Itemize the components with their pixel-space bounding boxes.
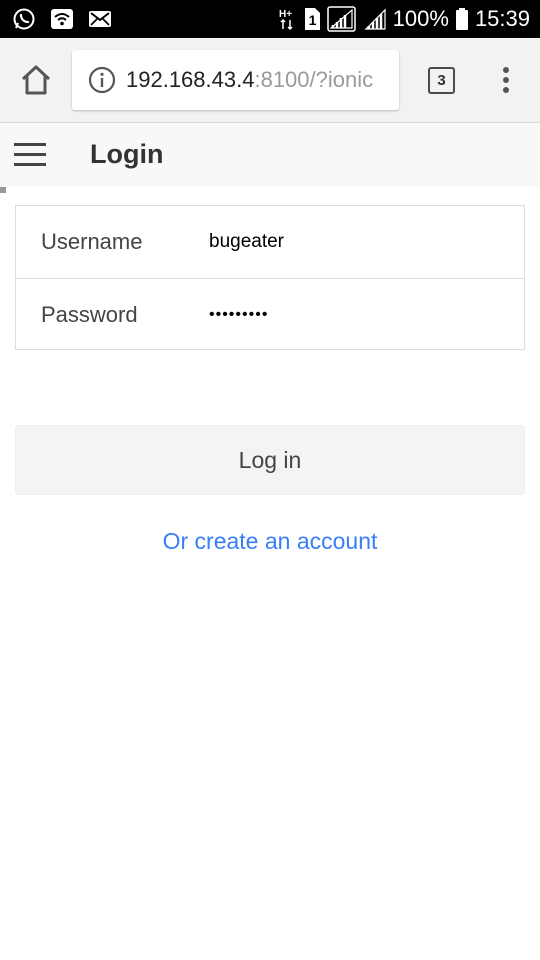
clock: 15:39 [474, 6, 530, 31]
app-header: Login [0, 123, 540, 187]
home-icon [21, 65, 51, 95]
address-bar[interactable]: 192.168.43.4:8100/?ionic [72, 50, 399, 110]
progress-indicator [0, 187, 6, 193]
home-button[interactable] [18, 62, 54, 98]
svg-text:H+: H+ [279, 9, 292, 20]
password-row: Password [16, 278, 524, 350]
signal-icon [363, 7, 387, 31]
url-text[interactable]: 192.168.43.4:8100/?ionic [126, 67, 373, 93]
menu-toggle-button[interactable] [14, 142, 46, 168]
sim-slot-number: 1 [308, 12, 316, 28]
battery-percentage: 100% [392, 6, 449, 31]
username-row: Username [16, 206, 524, 278]
url-host: 192.168.43.4 [126, 67, 255, 92]
password-label: Password [41, 301, 138, 327]
url-path: :8100/?ionic [254, 67, 374, 92]
mail-icon [88, 9, 112, 29]
overflow-menu-button[interactable] [495, 60, 517, 100]
overflow-menu-icon [503, 67, 509, 93]
login-form: Username Password [15, 205, 525, 350]
battery-icon [455, 7, 469, 31]
tab-switcher-button[interactable]: 3 [428, 67, 455, 94]
sim-icon: 1 [303, 7, 321, 31]
login-button[interactable]: Log in [15, 425, 525, 495]
page-title: Login [90, 139, 164, 169]
browser-toolbar: 192.168.43.4:8100/?ionic 3 [0, 38, 540, 123]
username-label: Username [41, 229, 143, 254]
info-icon[interactable] [88, 66, 116, 94]
network-type-icon: H+ [279, 7, 297, 31]
system-icons: H+ 1 100% 15:39 [279, 6, 540, 32]
wifi-icon [50, 8, 74, 30]
status-bar: H+ 1 100% 15:39 [0, 0, 540, 38]
username-input[interactable] [209, 222, 509, 262]
password-input[interactable] [209, 294, 509, 335]
create-account-link[interactable]: Or create an account [0, 528, 540, 555]
signal-icon [326, 6, 357, 32]
whatsapp-icon [12, 7, 36, 31]
hamburger-icon [14, 143, 46, 166]
notification-icons [0, 7, 112, 31]
